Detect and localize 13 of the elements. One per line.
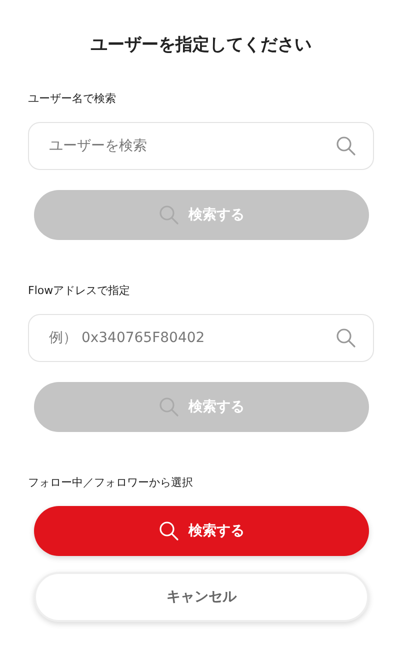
search-field[interactable]: 例） 0x340765F80402 bbox=[28, 314, 374, 362]
search-icon bbox=[336, 328, 356, 348]
section-label: ユーザー名で検索 bbox=[28, 92, 117, 106]
cancel-button[interactable]: キャンセル bbox=[34, 572, 369, 622]
search-icon bbox=[158, 521, 178, 541]
search-button[interactable]: 検索する bbox=[34, 506, 369, 556]
search-icon bbox=[158, 397, 178, 417]
search-icon bbox=[336, 136, 356, 156]
section-label: Flowアドレスで指定 bbox=[28, 284, 132, 298]
section-label: フォロー中／フォロワーから選択 bbox=[28, 476, 194, 490]
search-icon bbox=[158, 205, 178, 225]
dialog-title: ユーザーを指定してください bbox=[90, 34, 312, 57]
search-field[interactable]: ユーザーを検索 bbox=[28, 122, 374, 170]
